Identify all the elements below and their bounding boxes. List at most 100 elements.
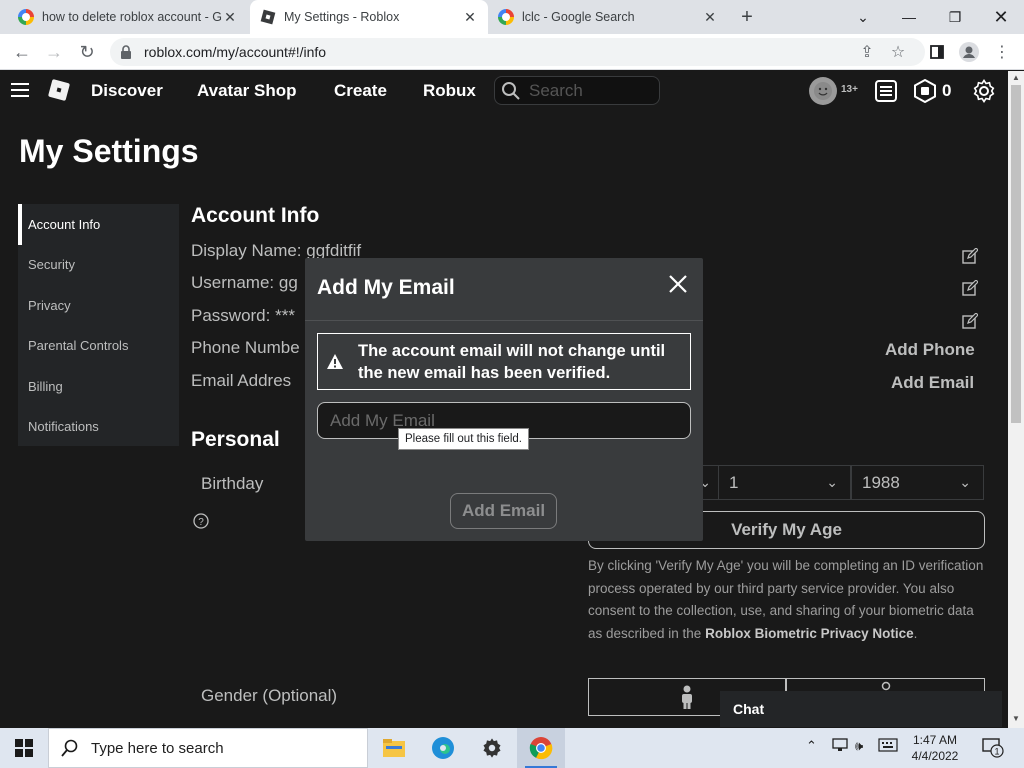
- url-text: roblox.com/my/account#!/info: [144, 44, 327, 60]
- sidebar-item-billing[interactable]: Billing: [18, 366, 179, 407]
- browser-tab-strip: how to delete roblox account - G ✕ My Se…: [0, 0, 1024, 34]
- sidebar-item-account-info[interactable]: Account Info: [18, 204, 179, 245]
- roblox-search-input[interactable]: Search: [494, 76, 660, 105]
- help-circle-icon[interactable]: ?: [193, 513, 209, 529]
- tab-how-to-delete[interactable]: how to delete roblox account - G ✕: [8, 0, 248, 34]
- tab-title: lclc - Google Search: [522, 10, 635, 24]
- modal-divider: [305, 320, 703, 321]
- share-icon[interactable]: ⇪: [855, 40, 879, 64]
- tab-my-settings[interactable]: My Settings - Roblox ✕: [250, 0, 488, 34]
- close-icon[interactable]: [667, 273, 689, 295]
- sidebar-item-notifications[interactable]: Notifications: [18, 407, 179, 448]
- minimize-icon[interactable]: —: [886, 0, 932, 34]
- chat-label: Chat: [733, 701, 765, 717]
- page-title: My Settings: [19, 133, 199, 169]
- account-info-heading: Account Info: [191, 204, 320, 227]
- sidebar-item-security[interactable]: Security: [18, 245, 179, 286]
- robux-icon[interactable]: [912, 78, 938, 104]
- sidebar-item-privacy[interactable]: Privacy: [18, 285, 179, 326]
- tab-lclc-search[interactable]: lclc - Google Search ✕: [488, 0, 728, 34]
- biometric-privacy-link[interactable]: Roblox Biometric Privacy Notice: [705, 626, 914, 641]
- nav-robux[interactable]: Robux: [423, 81, 476, 101]
- scroll-up-icon[interactable]: ▲: [1012, 73, 1020, 82]
- new-tab-button[interactable]: +: [736, 7, 758, 29]
- lock-icon: [120, 45, 136, 59]
- browser-toolbar: ← → ↻ roblox.com/my/account#!/info ⇪ ☆ ⋮: [0, 34, 1024, 70]
- tab-close-icon[interactable]: ✕: [462, 9, 478, 25]
- taskbar-clock[interactable]: 1:47 AM 4/4/2022: [904, 732, 966, 764]
- birth-year-select[interactable]: 1988 ⌄: [851, 465, 984, 500]
- bookmark-star-icon[interactable]: ☆: [886, 40, 910, 64]
- avatar-icon[interactable]: [809, 77, 837, 105]
- nav-avatar-shop[interactable]: Avatar Shop: [197, 81, 297, 101]
- restore-icon[interactable]: ❐: [932, 0, 978, 34]
- birthday-label: Birthday: [201, 474, 264, 493]
- file-explorer-icon[interactable]: [370, 728, 418, 768]
- chat-bar[interactable]: Chat: [720, 691, 1002, 727]
- google-g-icon: [18, 9, 34, 25]
- add-email-button[interactable]: Add Email: [450, 493, 557, 529]
- modal-title: Add My Email: [317, 276, 455, 299]
- keyboard-icon[interactable]: [878, 738, 898, 755]
- side-panel-icon[interactable]: [925, 40, 949, 64]
- browser-menu-icon[interactable]: ⋮: [990, 40, 1014, 64]
- gear-icon[interactable]: [971, 78, 997, 104]
- search-placeholder: Search: [529, 80, 583, 100]
- nav-discover[interactable]: Discover: [91, 81, 163, 101]
- gender-label: Gender (Optional): [201, 686, 338, 705]
- settings-icon[interactable]: [468, 728, 516, 768]
- notification-count: 1: [994, 747, 999, 757]
- add-phone-link[interactable]: Add Phone: [885, 340, 975, 360]
- chrome-icon[interactable]: [517, 728, 565, 768]
- edit-display-name-icon[interactable]: [962, 248, 978, 264]
- page-scrollbar[interactable]: ▲ ▼: [1008, 71, 1024, 728]
- tab-close-icon[interactable]: ✕: [702, 9, 718, 25]
- reload-icon[interactable]: ↻: [75, 40, 99, 64]
- tab-close-icon[interactable]: ✕: [222, 9, 238, 25]
- clock-date: 4/4/2022: [911, 749, 959, 763]
- add-email-link[interactable]: Add Email: [891, 373, 974, 393]
- clock-time: 1:47 AM: [912, 733, 958, 747]
- taskbar-search-box[interactable]: Type here to search: [48, 728, 368, 768]
- edit-password-icon[interactable]: [962, 313, 978, 329]
- tab-title: how to delete roblox account - G: [42, 10, 222, 24]
- personal-heading: Personal: [191, 428, 280, 451]
- volume-icon[interactable]: 🕪: [855, 738, 863, 754]
- username-row: Username: gg: [191, 273, 298, 292]
- birth-day-select[interactable]: 1 ⌄: [718, 465, 851, 500]
- taskbar-search-placeholder: Type here to search: [91, 739, 224, 757]
- scrollbar-thumb[interactable]: [1011, 85, 1021, 423]
- chevron-down-icon: ⌄: [959, 474, 971, 490]
- edit-username-icon[interactable]: [962, 280, 978, 296]
- robux-count: 0: [942, 81, 952, 100]
- forward-arrow-icon[interactable]: →: [42, 40, 66, 64]
- network-icon[interactable]: [832, 738, 848, 755]
- edge-icon[interactable]: [419, 728, 467, 768]
- birth-year-value: 1988: [862, 472, 900, 492]
- close-window-icon[interactable]: ✕: [978, 0, 1024, 34]
- windows-start-icon[interactable]: [0, 728, 48, 768]
- roblox-header: Discover Avatar Shop Create Robux Search…: [0, 71, 1010, 111]
- roblox-icon: [260, 9, 276, 25]
- male-icon: [682, 685, 692, 709]
- windows-taskbar: Type here to search ⌃ 🕪 1:47 AM 4/4/2022…: [0, 728, 1024, 768]
- tab-search-chevron-icon[interactable]: ⌄: [840, 0, 886, 34]
- catalog-list-icon[interactable]: [873, 78, 899, 104]
- age-badge: 13+: [841, 84, 858, 95]
- chevron-down-icon: ⌄: [826, 474, 838, 490]
- sidebar-item-parental-controls[interactable]: Parental Controls: [18, 326, 179, 367]
- tray-chevron-up-icon[interactable]: ⌃: [806, 738, 817, 754]
- validation-tooltip: Please fill out this field.: [398, 428, 529, 450]
- phone-row: Phone Numbe: [191, 338, 300, 357]
- roblox-logo-icon[interactable]: [47, 78, 71, 102]
- verify-disclaimer: By clicking 'Verify My Age' you will be …: [588, 555, 984, 645]
- svg-text:?: ?: [198, 517, 204, 528]
- hamburger-menu-icon[interactable]: [11, 83, 29, 97]
- nav-create[interactable]: Create: [334, 81, 387, 101]
- back-arrow-icon[interactable]: ←: [10, 40, 34, 64]
- notification-icon[interactable]: 1: [982, 736, 1004, 761]
- profile-icon[interactable]: [957, 40, 981, 64]
- address-bar[interactable]: roblox.com/my/account#!/info: [110, 38, 925, 66]
- scroll-down-icon[interactable]: ▼: [1012, 714, 1020, 723]
- search-icon: [61, 739, 78, 757]
